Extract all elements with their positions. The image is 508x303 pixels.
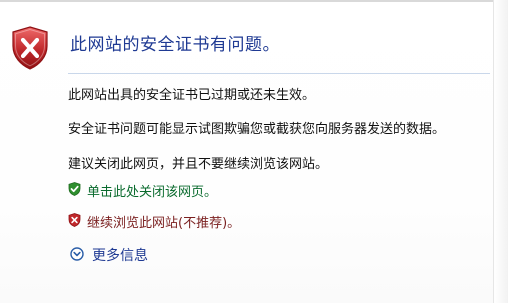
page-title: 此网站的安全证书有问题。 xyxy=(70,35,280,55)
close-page-label: 单击此处关闭该网页。 xyxy=(87,184,218,200)
error-shield-icon xyxy=(10,26,50,70)
red-x-shield-icon xyxy=(68,212,81,231)
top-border xyxy=(0,0,508,2)
scrollbar-edge[interactable] xyxy=(493,0,508,303)
continue-site-link[interactable]: 继续浏览此网站(不推荐)。 xyxy=(68,212,241,231)
continue-site-label: 继续浏览此网站(不推荐)。 xyxy=(87,215,241,231)
close-page-link[interactable]: 单击此处关闭该网页。 xyxy=(68,181,218,200)
message-expired: 此网站出具的安全证书已过期或还未生效。 xyxy=(68,88,316,103)
message-risk: 安全证书问题可能显示试图欺骗您或截获您向服务器发送的数据。 xyxy=(68,122,446,137)
chevron-down-circle-icon xyxy=(70,246,84,265)
title-divider xyxy=(68,73,490,74)
message-recommendation: 建议关闭此网页，并且不要继续浏览该网站。 xyxy=(68,157,329,172)
green-check-shield-icon xyxy=(68,181,81,200)
certificate-error-page: 此网站的安全证书有问题。 此网站出具的安全证书已过期或还未生效。 安全证书问题可… xyxy=(0,0,508,303)
more-info-label: 更多信息 xyxy=(92,248,148,264)
more-info-toggle[interactable]: 更多信息 xyxy=(70,246,148,264)
